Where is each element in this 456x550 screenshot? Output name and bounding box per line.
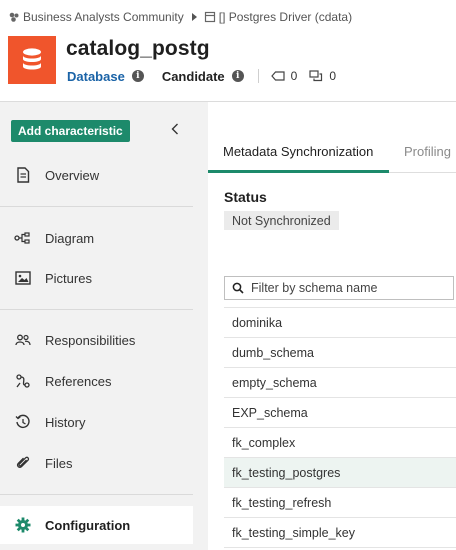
diagram-icon: [13, 228, 33, 248]
sidebar-item-history[interactable]: History: [0, 403, 193, 441]
community-icon: [8, 11, 20, 23]
sidebar-item-label: History: [45, 414, 86, 430]
list-item[interactable]: fk_testing_refresh: [224, 488, 456, 518]
sidebar-item-label: Configuration: [45, 517, 131, 533]
type-info-icon[interactable]: i: [131, 70, 144, 82]
sidebar-item-label: Overview: [45, 167, 100, 183]
breadcrumb: Business Analysts Community [] Postgres …: [8, 9, 352, 25]
people-icon: [13, 330, 33, 350]
list-item[interactable]: dominika: [224, 308, 456, 338]
tag-icon: [270, 71, 285, 81]
list-item[interactable]: empty_schema: [224, 368, 456, 398]
breadcrumb-community[interactable]: Business Analysts Community: [23, 10, 184, 24]
collapse-sidebar-button[interactable]: [167, 119, 183, 139]
add-characteristic-button[interactable]: Add characteristic: [11, 120, 130, 142]
list-item[interactable]: fk_testing_postgres: [224, 458, 456, 488]
sidebar-item-responsibilities[interactable]: Responsibilities: [0, 321, 193, 359]
sidebar-item-label: Pictures: [45, 270, 92, 286]
asset-title: catalog_postg: [66, 37, 210, 60]
search-icon: [232, 282, 244, 294]
breadcrumb-separator-icon: [189, 11, 199, 23]
sidebar-divider: [0, 309, 193, 310]
tab-profiling[interactable]: Profiling: [404, 144, 451, 159]
list-item[interactable]: fk_complex: [224, 428, 456, 458]
sidebar-item-references[interactable]: References: [0, 362, 193, 400]
meta-divider: [257, 69, 259, 83]
schema-filter-input[interactable]: [251, 281, 441, 295]
domain-icon: [204, 11, 216, 23]
comment-icon: [309, 70, 323, 82]
tab-metadata-synchronization[interactable]: Metadata Synchronization: [223, 144, 373, 159]
tags-counter[interactable]: 0: [270, 69, 298, 83]
sidebar: Add characteristic Overview Diagram Pict…: [0, 102, 208, 550]
sidebar-divider: [0, 494, 193, 495]
tab-bar: Metadata Synchronization Profiling: [208, 102, 456, 173]
tags-count: 0: [290, 69, 298, 83]
sidebar-divider: [0, 206, 193, 207]
list-item[interactable]: EXP_schema: [224, 398, 456, 428]
schema-list: dominika dumb_schema empty_schema EXP_sc…: [224, 307, 456, 548]
status-heading: Status: [224, 189, 267, 205]
references-icon: [13, 371, 33, 391]
breadcrumb-domain[interactable]: [] Postgres Driver (cdata): [219, 10, 352, 24]
sidebar-item-label: References: [45, 373, 112, 389]
paperclip-icon: [13, 453, 33, 473]
sidebar-item-diagram[interactable]: Diagram: [0, 219, 193, 257]
asset-status: Candidate: [161, 68, 225, 84]
comments-count: 0: [329, 69, 337, 83]
status-info-icon[interactable]: i: [231, 70, 244, 82]
asset-type[interactable]: Database: [67, 69, 125, 84]
comments-counter[interactable]: 0: [309, 69, 336, 83]
sidebar-item-overview[interactable]: Overview: [0, 156, 193, 194]
gear-icon: [13, 515, 33, 535]
asset-meta: Database i Candidate i 0 0: [67, 67, 336, 85]
sidebar-item-label: Diagram: [45, 230, 95, 246]
list-item[interactable]: dumb_schema: [224, 338, 456, 368]
sidebar-item-pictures[interactable]: Pictures: [0, 259, 193, 297]
history-icon: [13, 412, 33, 432]
chevron-left-icon: [171, 123, 178, 135]
status-badge: Not Synchronized: [224, 211, 339, 230]
active-tab-indicator: [208, 170, 389, 173]
main-content: Metadata Synchronization Profiling Statu…: [208, 102, 456, 550]
sidebar-item-label: Responsibilities: [45, 332, 136, 348]
database-icon: [8, 36, 56, 84]
pictures-icon: [13, 268, 33, 288]
schema-filter[interactable]: [224, 276, 454, 300]
list-item[interactable]: fk_testing_simple_key: [224, 518, 456, 548]
sidebar-item-files[interactable]: Files: [0, 444, 193, 482]
sidebar-item-label: Files: [45, 455, 73, 471]
document-icon: [13, 165, 33, 185]
sidebar-item-configuration[interactable]: Configuration: [0, 506, 193, 544]
